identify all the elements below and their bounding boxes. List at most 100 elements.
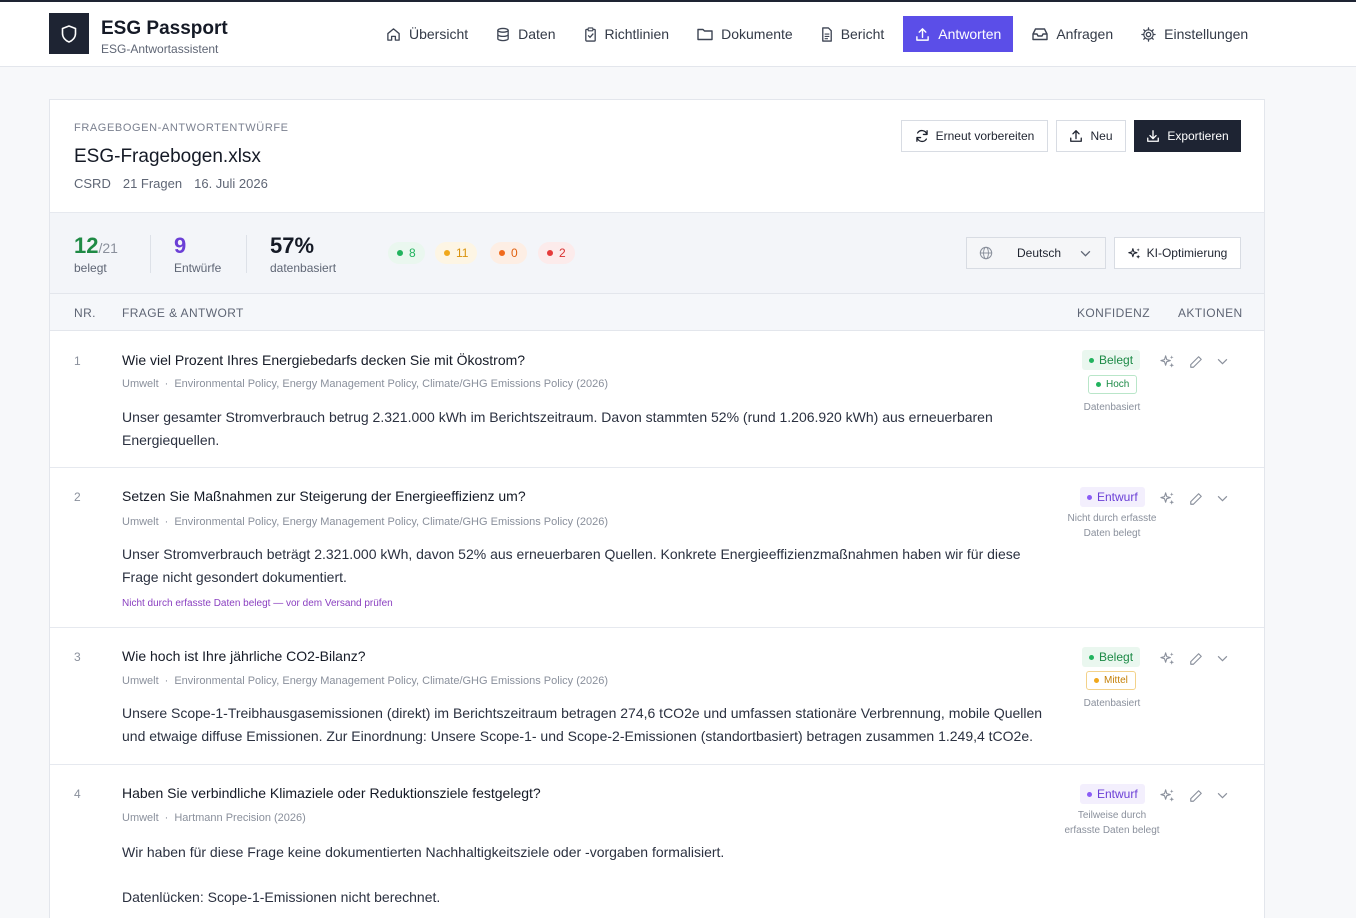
row-answer: Unser gesamter Stromverbrauch betrug 2.3… — [122, 409, 993, 448]
question-count: 21 Fragen — [122, 176, 183, 191]
app-logo[interactable] — [49, 13, 89, 54]
nav-item-richtlinien[interactable]: Richtlinien — [575, 16, 679, 52]
nav-item-einstellungen[interactable]: Einstellungen — [1132, 16, 1257, 52]
edit-icon[interactable] — [1189, 355, 1203, 369]
nav-item-dokumente[interactable]: Dokumente — [688, 16, 802, 52]
row-answer: Wir haben für diese Frage keine dokument… — [122, 844, 725, 860]
row-actions — [1160, 788, 1242, 803]
chevron-down-icon[interactable] — [1217, 495, 1228, 502]
ai-suggest-icon[interactable] — [1160, 491, 1175, 506]
chevron-down-icon[interactable] — [1217, 792, 1228, 799]
status-badge: Entwurf — [1080, 487, 1145, 507]
nav-label: Richtlinien — [604, 26, 670, 42]
confidence-note: Datenbasiert — [1083, 402, 1141, 413]
chevron-down-icon — [1080, 250, 1091, 257]
export-label: Exportieren — [1167, 129, 1229, 143]
inbox-icon — [1032, 28, 1049, 41]
row-question: Haben Sie verbindliche Klimaziele oder R… — [122, 785, 541, 801]
nav-label: Daten — [518, 26, 556, 42]
card-header: FRAGEBOGEN-ANTWORTENTWÜRFE ESG-Frageboge… — [50, 100, 1264, 213]
ai-suggest-icon[interactable] — [1160, 651, 1175, 666]
nav-item-antworten[interactable]: Antworten — [903, 16, 1014, 52]
row-actions — [1160, 491, 1242, 506]
nav-label: Übersicht — [409, 26, 469, 42]
app-subtitle: ESG-Antwortassistent — [101, 42, 219, 56]
upload-icon — [1070, 130, 1083, 142]
shield-icon — [61, 24, 77, 43]
row-question: Wie hoch ist Ihre jährliche CO2-Bilanz? — [122, 648, 366, 664]
home-icon — [387, 27, 400, 41]
ai-suggest-icon[interactable] — [1160, 788, 1175, 803]
nav-label: Bericht — [840, 26, 885, 42]
chevron-down-icon[interactable] — [1217, 655, 1228, 662]
ai-optimize-button[interactable]: KI-Optimierung — [1114, 237, 1241, 269]
sparkles-icon — [1127, 247, 1140, 259]
row-answer-gaps: Datenlücken: Scope-1-Emissionen nicht be… — [122, 889, 441, 905]
stats-bar: 12/21 belegt 9 Entwürfe 57% datenbasiert… — [50, 213, 1264, 294]
main-nav: Übersicht Daten Richtlinien Dokumente Be… — [377, 16, 1267, 52]
confidence-badge: Hoch — [1088, 375, 1138, 394]
stat-divider — [150, 235, 151, 273]
prepare-label: Erneut vorbereiten — [935, 129, 1035, 143]
count-pill-orange: 0 — [490, 242, 527, 264]
nav-item-anfragen[interactable]: Anfragen — [1023, 16, 1122, 52]
nav-label: Anfragen — [1056, 26, 1114, 42]
row-question: Setzen Sie Maßnahmen zur Steigerung der … — [122, 488, 526, 504]
stat-covered: 12/21 belegt — [74, 233, 118, 275]
gear-icon — [1141, 26, 1156, 42]
clipboard-icon — [584, 26, 596, 42]
file-meta: CSRD 21 Fragen 16. Juli 2026 — [74, 176, 280, 191]
file-title: ESG-Fragebogen.xlsx — [74, 146, 261, 167]
confidence-note: Datenbasiert — [1083, 698, 1141, 709]
app-title: ESG Passport — [101, 18, 228, 39]
language-select[interactable]: Deutsch — [966, 237, 1106, 269]
nav-item-daten[interactable]: Daten — [487, 16, 564, 52]
file-icon — [821, 26, 832, 42]
count-pill-green: 8 — [388, 242, 425, 264]
row-sources: Umwelt · Hartmann Precision (2026) — [122, 812, 306, 824]
col-nr: NR. — [74, 306, 96, 320]
row-number: 4 — [74, 787, 81, 801]
language-value: Deutsch — [1017, 246, 1062, 260]
nav-label: Antworten — [938, 26, 1002, 42]
status-badge: Belegt — [1082, 350, 1141, 370]
row-number: 3 — [74, 650, 81, 664]
ai-suggest-icon[interactable] — [1160, 354, 1175, 369]
table-row[interactable]: 4 Haben Sie verbindliche Klimaziele oder… — [50, 765, 1264, 918]
refresh-icon — [915, 129, 928, 143]
nav-item-bericht[interactable]: Bericht — [812, 16, 894, 52]
stat-data-based: 57% datenbasiert — [270, 233, 337, 275]
app-header: ESG Passport ESG-Antwortassistent Übersi… — [0, 2, 1356, 67]
database-icon — [497, 27, 509, 41]
section-kicker: FRAGEBOGEN-ANTWORTENTWÜRFE — [74, 122, 289, 134]
stat-divider — [246, 235, 247, 273]
table-row[interactable]: 3 Wie hoch ist Ihre jährliche CO2-Bilanz… — [50, 628, 1264, 765]
edit-icon[interactable] — [1189, 652, 1203, 666]
row-question: Wie viel Prozent Ihres Energiebedarfs de… — [122, 352, 526, 368]
prepare-again-button[interactable]: Erneut vorbereiten — [901, 120, 1048, 152]
date-label: 16. Juli 2026 — [194, 176, 268, 191]
row-sources: Umwelt · Environmental Policy, Energy Mana… — [122, 516, 608, 528]
table-row[interactable]: 2 Setzen Sie Maßnahmen zur Steigerung de… — [50, 468, 1264, 628]
confidence-note: Teilweise durch erfasste Daten belegt — [1064, 810, 1160, 836]
globe-icon — [979, 246, 993, 260]
table-row[interactable]: 1 Wie viel Prozent Ihres Energiebedarfs … — [50, 331, 1264, 468]
edit-icon[interactable] — [1189, 492, 1203, 506]
export-button[interactable]: Exportieren — [1134, 120, 1241, 152]
col-question: FRAGE & ANTWORT — [122, 306, 244, 320]
edit-icon[interactable] — [1189, 789, 1203, 803]
chevron-down-icon[interactable] — [1217, 358, 1228, 365]
nav-label: Einstellungen — [1164, 26, 1249, 42]
row-answer: Unsere Scope-1-Treibhausgasemissionen (d… — [122, 705, 1043, 744]
framework-label: CSRD — [74, 176, 111, 191]
table-header: NR. FRAGE & ANTWORT KONFIDENZ AKTIONEN — [50, 294, 1264, 331]
nav-item-uebersicht[interactable]: Übersicht — [377, 16, 477, 52]
folder-icon — [697, 28, 713, 41]
stat-drafts: 9 Entwürfe — [174, 233, 222, 275]
new-button[interactable]: Neu — [1056, 120, 1126, 152]
answers-card: FRAGEBOGEN-ANTWORTENTWÜRFE ESG-Frageboge… — [49, 99, 1265, 918]
count-pill-red: 2 — [538, 242, 575, 264]
status-badge: Belegt — [1082, 647, 1141, 667]
new-label: Neu — [1090, 129, 1113, 143]
row-number: 2 — [74, 490, 81, 504]
